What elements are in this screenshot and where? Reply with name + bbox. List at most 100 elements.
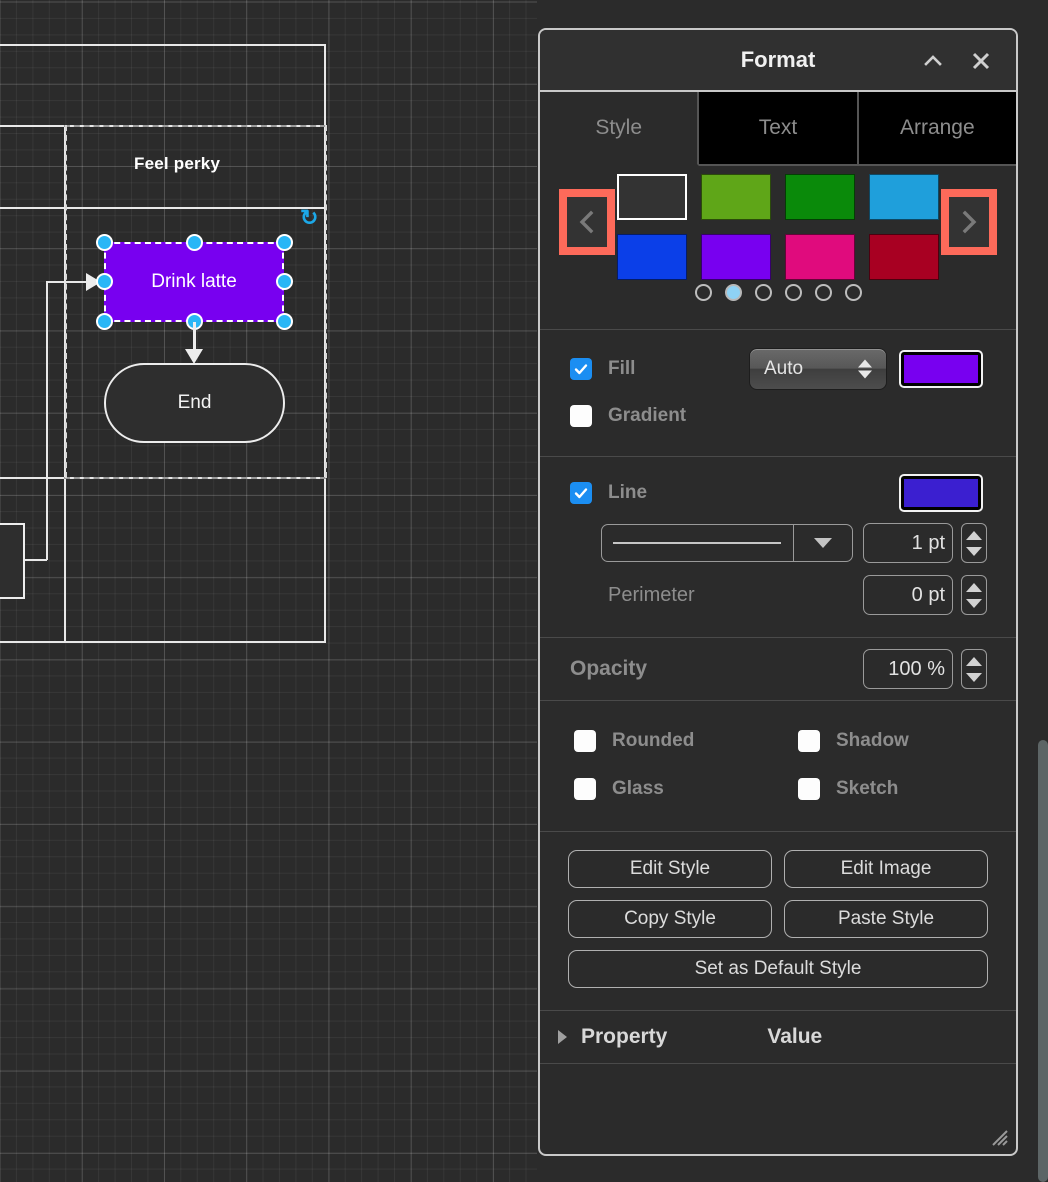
swatch-0[interactable]	[617, 174, 687, 220]
shape-end-label: End	[177, 392, 212, 413]
lane-border-bottom	[0, 641, 326, 643]
line-row: Line	[540, 469, 1016, 517]
resize-handle-w[interactable]	[96, 273, 113, 290]
fill-color-swatch	[904, 355, 978, 383]
close-icon	[970, 50, 992, 72]
stepper-up-icon[interactable]	[966, 582, 982, 592]
triangle-right-icon[interactable]	[558, 1030, 567, 1044]
lane-border-top	[0, 44, 326, 46]
resize-handle-ne[interactable]	[276, 234, 293, 251]
gradient-label: Gradient	[608, 405, 687, 426]
swatch-3[interactable]	[869, 174, 939, 220]
stepper-arrows-icon	[858, 359, 872, 379]
collapse-panel-button[interactable]	[910, 30, 956, 92]
offscreen-connector-h	[25, 559, 47, 561]
rounded-checkbox[interactable]	[574, 730, 596, 752]
gradient-checkbox[interactable]	[570, 405, 592, 427]
resize-handle-e[interactable]	[276, 273, 293, 290]
shape-drink-latte-label: Drink latte	[151, 271, 237, 292]
opacity-field[interactable]: 100 %	[863, 649, 953, 689]
resize-grip-icon[interactable]	[986, 1124, 1008, 1146]
swatch-pagination	[540, 284, 1016, 301]
glass-checkbox[interactable]	[574, 778, 596, 800]
perimeter-field[interactable]: 0 pt	[863, 575, 953, 615]
swatch-next-button[interactable]	[941, 189, 997, 255]
page-dot-6[interactable]	[844, 284, 862, 301]
shape-drink-latte[interactable]: Drink latte	[104, 242, 284, 322]
swatch-4[interactable]	[617, 234, 687, 280]
edit-image-button[interactable]: Edit Image	[784, 850, 988, 888]
close-panel-button[interactable]	[958, 30, 1004, 92]
tab-style[interactable]: Style	[540, 92, 700, 166]
shape-end[interactable]: End	[104, 363, 285, 443]
lane-divider-2	[0, 207, 326, 209]
stepper-up-icon[interactable]	[966, 656, 982, 666]
fill-color-well[interactable]	[899, 350, 983, 388]
perimeter-label: Perimeter	[608, 583, 695, 606]
stepper-down-icon[interactable]	[966, 598, 982, 608]
page-dot-3[interactable]	[754, 284, 772, 301]
resize-handle-n[interactable]	[186, 234, 203, 251]
copy-style-button[interactable]: Copy Style	[568, 900, 772, 938]
tab-arrange-label: Arrange	[899, 116, 975, 139]
line-color-well[interactable]	[899, 474, 983, 512]
format-panel-title: Format	[740, 47, 816, 72]
effects-row-2: Glass Sketch	[540, 765, 1016, 813]
diagram-canvas[interactable]: Feel perky Drink latte ↻ End	[0, 0, 537, 1182]
swatch-6[interactable]	[785, 234, 855, 280]
page-dot-4[interactable]	[784, 284, 802, 301]
swatch-7[interactable]	[869, 234, 939, 280]
stepper-up-icon[interactable]	[966, 530, 982, 540]
swatch-1[interactable]	[701, 174, 771, 220]
chevron-left-icon	[576, 208, 598, 236]
line-checkbox[interactable]	[570, 482, 592, 504]
group-bounds-top	[64, 125, 326, 127]
page-dot-1[interactable]	[694, 284, 712, 301]
resize-handle-sw[interactable]	[96, 313, 113, 330]
perimeter-stepper[interactable]	[961, 575, 987, 615]
page-dot-2[interactable]	[724, 284, 742, 301]
tab-arrange[interactable]: Arrange	[858, 92, 1016, 166]
edit-style-button[interactable]: Edit Style	[568, 850, 772, 888]
paste-style-button[interactable]: Paste Style	[784, 900, 988, 938]
stepper-down-icon[interactable]	[966, 546, 982, 556]
set-as-default-style-button[interactable]: Set as Default Style	[568, 950, 988, 988]
rotate-handle-icon[interactable]: ↻	[300, 207, 318, 229]
opacity-label: Opacity	[570, 657, 648, 680]
chevron-down-icon	[794, 538, 852, 548]
property-table-header: Property Value	[540, 1010, 1016, 1064]
property-table-body[interactable]	[540, 1064, 1016, 1144]
lane-title: Feel perky	[134, 154, 221, 173]
format-panel-titlebar: Format	[540, 30, 1016, 92]
group-bounds-bottom	[64, 477, 326, 479]
fill-mode-select[interactable]: Auto	[749, 348, 887, 390]
arrow-head-to-end	[185, 349, 203, 364]
tab-text[interactable]: Text	[699, 92, 859, 166]
fill-checkbox[interactable]	[570, 358, 592, 380]
stepper-down-icon[interactable]	[966, 672, 982, 682]
page-dot-5[interactable]	[814, 284, 832, 301]
style-swatch-palette	[540, 166, 1016, 330]
tab-text-label: Text	[758, 116, 798, 139]
offscreen-shape[interactable]	[0, 523, 25, 599]
line-label: Line	[608, 482, 648, 503]
resize-handle-se[interactable]	[276, 313, 293, 330]
panel-scrollbar[interactable]	[1038, 740, 1048, 1182]
opacity-stepper[interactable]	[961, 649, 987, 689]
swatch-prev-button[interactable]	[559, 189, 615, 255]
glass-label: Glass	[612, 778, 664, 799]
line-style-select[interactable]	[601, 524, 853, 562]
shadow-checkbox[interactable]	[798, 730, 820, 752]
swatch-5[interactable]	[701, 234, 771, 280]
format-panel: Format Style Text Arrange Fill Auto Grad…	[538, 28, 1018, 1156]
perimeter-value: 0 pt	[911, 583, 945, 606]
resize-handle-nw[interactable]	[96, 234, 113, 251]
sketch-checkbox[interactable]	[798, 778, 820, 800]
offscreen-connector-v	[46, 281, 48, 560]
line-width-stepper[interactable]	[961, 523, 987, 563]
swatch-2[interactable]	[785, 174, 855, 220]
line-style-preview	[602, 525, 793, 561]
line-width-field[interactable]: 1 pt	[863, 523, 953, 563]
property-column-header: Property	[581, 1025, 668, 1048]
group-bounds-right	[325, 125, 327, 478]
